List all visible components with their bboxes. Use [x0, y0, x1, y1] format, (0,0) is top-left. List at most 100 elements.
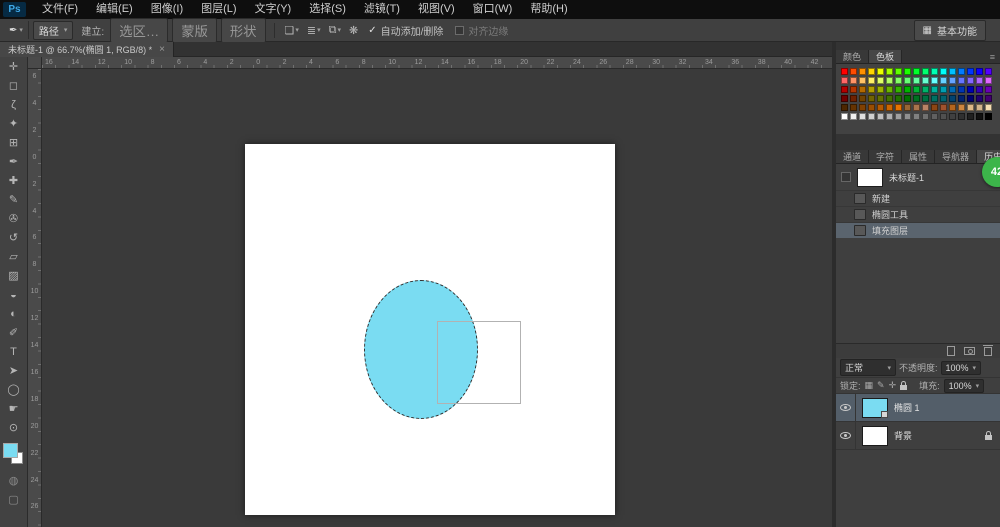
- color-swatch[interactable]: [958, 95, 965, 102]
- color-swatch[interactable]: [850, 95, 857, 102]
- menu-item-5[interactable]: 选择(S): [300, 0, 355, 19]
- path-selection-tool[interactable]: ➤: [0, 361, 27, 380]
- menu-item-6[interactable]: 滤镜(T): [355, 0, 409, 19]
- color-swatch[interactable]: [895, 68, 902, 75]
- color-swatch[interactable]: [976, 113, 983, 120]
- color-swatch[interactable]: [922, 104, 929, 111]
- color-swatch[interactable]: [895, 95, 902, 102]
- dodge-tool[interactable]: ◐: [0, 304, 27, 323]
- color-swatch[interactable]: [886, 86, 893, 93]
- tab-色板[interactable]: 色板: [869, 50, 902, 63]
- color-swatch[interactable]: [841, 68, 848, 75]
- color-swatch[interactable]: [931, 104, 938, 111]
- color-swatch[interactable]: [868, 104, 875, 111]
- color-swatch[interactable]: [958, 104, 965, 111]
- color-swatch[interactable]: [976, 86, 983, 93]
- document-tab[interactable]: 未标题-1 @ 66.7%(椭圆 1, RGB/8) * ×: [0, 42, 174, 57]
- color-swatch[interactable]: [967, 77, 974, 84]
- panel-menu-icon[interactable]: ≡: [985, 50, 1000, 63]
- color-swatch[interactable]: [859, 77, 866, 84]
- color-swatch[interactable]: [913, 104, 920, 111]
- color-swatch[interactable]: [868, 86, 875, 93]
- menu-item-4[interactable]: 文字(Y): [246, 0, 301, 19]
- visibility-toggle[interactable]: [836, 394, 856, 422]
- color-swatch[interactable]: [913, 77, 920, 84]
- menu-item-0[interactable]: 文件(F): [33, 0, 87, 19]
- lock-pixels-icon[interactable]: ✎: [877, 380, 885, 391]
- layer-row[interactable]: 背景: [836, 422, 1000, 450]
- tab-通道[interactable]: 通道: [836, 150, 869, 163]
- color-swatch[interactable]: [850, 113, 857, 120]
- eraser-tool[interactable]: ▱: [0, 247, 27, 266]
- color-swatch[interactable]: [940, 113, 947, 120]
- delete-state-icon[interactable]: [984, 347, 992, 356]
- tab-导航器[interactable]: 导航器: [935, 150, 977, 163]
- brush-tool[interactable]: ✎: [0, 190, 27, 209]
- color-swatch[interactable]: [877, 95, 884, 102]
- color-swatch[interactable]: [850, 86, 857, 93]
- color-swatch[interactable]: [985, 104, 992, 111]
- color-swatch[interactable]: [976, 77, 983, 84]
- color-swatch[interactable]: [886, 95, 893, 102]
- color-picker-widget[interactable]: [0, 443, 27, 471]
- healing-brush-tool[interactable]: ✚: [0, 171, 27, 190]
- color-swatch[interactable]: [895, 86, 902, 93]
- color-swatch[interactable]: [958, 77, 965, 84]
- color-swatch[interactable]: [877, 68, 884, 75]
- quick-selection-tool[interactable]: ✦: [0, 114, 27, 133]
- color-swatch[interactable]: [985, 95, 992, 102]
- color-swatch[interactable]: [940, 95, 947, 102]
- layer-row[interactable]: 椭圆 1: [836, 394, 1000, 422]
- clone-stamp-tool[interactable]: ✇: [0, 209, 27, 228]
- color-swatch[interactable]: [922, 95, 929, 102]
- color-swatch[interactable]: [877, 86, 884, 93]
- color-swatch[interactable]: [931, 113, 938, 120]
- color-swatch[interactable]: [922, 77, 929, 84]
- gradient-tool[interactable]: ▨: [0, 266, 27, 285]
- color-swatch[interactable]: [904, 113, 911, 120]
- make-shape-button[interactable]: 形状: [221, 18, 266, 43]
- color-swatch[interactable]: [904, 104, 911, 111]
- color-swatch[interactable]: [841, 104, 848, 111]
- lock-transparency-icon[interactable]: ▦: [865, 380, 874, 391]
- color-swatch[interactable]: [850, 104, 857, 111]
- auto-add-delete-checkbox[interactable]: ✓ 自动添加/删除: [368, 23, 443, 38]
- align-edges-checkbox[interactable]: 对齐边缘: [455, 23, 508, 38]
- foreground-color-swatch[interactable]: [3, 443, 18, 458]
- color-swatch[interactable]: [895, 104, 902, 111]
- color-swatch[interactable]: [940, 104, 947, 111]
- color-swatch[interactable]: [922, 113, 929, 120]
- color-swatch[interactable]: [931, 86, 938, 93]
- history-brush-source-icon[interactable]: [841, 172, 851, 182]
- color-swatch[interactable]: [859, 68, 866, 75]
- color-swatch[interactable]: [895, 113, 902, 120]
- color-swatch[interactable]: [958, 68, 965, 75]
- color-swatch[interactable]: [985, 86, 992, 93]
- color-swatch[interactable]: [841, 86, 848, 93]
- visibility-toggle[interactable]: [836, 422, 856, 450]
- lasso-tool[interactable]: ζ: [0, 95, 27, 114]
- color-swatch[interactable]: [886, 68, 893, 75]
- tab-字符[interactable]: 字符: [869, 150, 902, 163]
- color-swatch[interactable]: [985, 77, 992, 84]
- hand-tool[interactable]: ☛: [0, 399, 27, 418]
- color-swatch[interactable]: [868, 113, 875, 120]
- color-swatch[interactable]: [904, 86, 911, 93]
- pen-tool[interactable]: ✐: [0, 323, 27, 342]
- color-swatch[interactable]: [895, 77, 902, 84]
- make-selection-button[interactable]: 选区…: [110, 18, 168, 43]
- color-swatch[interactable]: [985, 113, 992, 120]
- ruler-origin-corner[interactable]: [28, 57, 42, 69]
- color-swatch[interactable]: [958, 86, 965, 93]
- color-swatch[interactable]: [904, 95, 911, 102]
- color-swatch[interactable]: [931, 95, 938, 102]
- color-swatch[interactable]: [913, 95, 920, 102]
- color-swatch[interactable]: [949, 104, 956, 111]
- color-swatch[interactable]: [877, 77, 884, 84]
- color-swatch[interactable]: [940, 77, 947, 84]
- lock-all-icon[interactable]: [900, 385, 907, 390]
- color-swatch[interactable]: [940, 68, 947, 75]
- history-item[interactable]: 新建: [836, 190, 1000, 206]
- geometry-options-button[interactable]: ❋: [345, 24, 362, 37]
- color-swatch[interactable]: [886, 104, 893, 111]
